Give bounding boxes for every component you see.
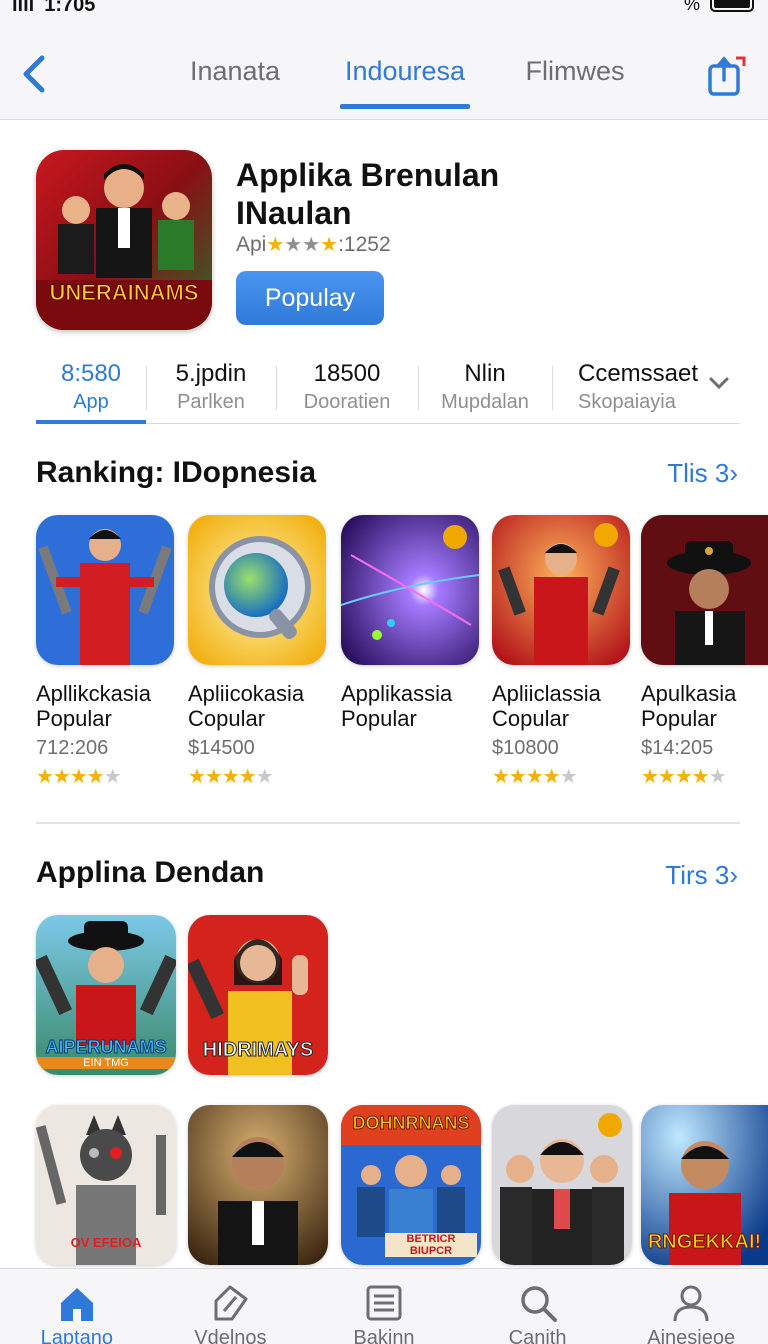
- status-bar: ıııı 1:705 %: [0, 0, 768, 16]
- app-name: Apliiclassia Copular: [492, 681, 601, 731]
- app-title: Applika Brenulan INaulan: [236, 157, 500, 231]
- tabbar-item-canith[interactable]: Canith: [461, 1269, 615, 1344]
- stat-value: 8:580: [60, 360, 122, 387]
- tabbar-item-vdelnos[interactable]: Vdelnos: [154, 1269, 308, 1344]
- chevron-right-icon: ›: [729, 860, 738, 890]
- app-icon[interactable]: DOHNRNANS BETRICR BIUPCR: [341, 1105, 481, 1265]
- app-icon-text: HIDRIMAYS: [202, 1039, 314, 1062]
- tab-flimwes[interactable]: Flimwes: [490, 56, 660, 109]
- stat-mupdalan[interactable]: Nlin Mupdalan: [418, 360, 552, 423]
- tabbar-label: Vdelnos: [194, 1327, 267, 1344]
- stat-label: Dooratien: [303, 391, 391, 413]
- app-icon[interactable]: AIPERUNAMS EIN TMG: [36, 915, 176, 1075]
- app-rating: Api ★★★★ :1252: [236, 232, 391, 257]
- tabbar-item-bakinn[interactable]: Bakinn: [307, 1269, 461, 1344]
- app-icon[interactable]: [492, 1105, 632, 1265]
- stats-row: 8:580 App 5.jpdin Parlken 18500 Dooratie…: [36, 360, 740, 424]
- app-name: Applikassia Popular: [341, 681, 453, 731]
- chevron-right-icon: ›: [729, 458, 738, 488]
- signal-icon: ıııı: [12, 0, 35, 16]
- app-icon: [341, 515, 479, 665]
- app-icon-text: RNGEKKAI!: [647, 1231, 762, 1254]
- stat-parlken[interactable]: 5.jpdin Parlken: [146, 360, 276, 423]
- app-icon[interactable]: UNERAINAMS: [36, 150, 212, 330]
- app-icon: [492, 515, 630, 665]
- app-icon-subtext: EIN TMG: [36, 1057, 176, 1069]
- home-icon: [60, 1288, 93, 1321]
- app-icon[interactable]: HIDRIMAYS: [188, 915, 328, 1075]
- stat-value: 18500: [313, 360, 381, 387]
- app-icon[interactable]: RNGEKKAI!: [641, 1105, 768, 1265]
- see-all-label: Tlis 3: [667, 458, 730, 488]
- back-chevron-icon[interactable]: [18, 52, 52, 96]
- tab-inanata[interactable]: Inanata: [150, 56, 320, 109]
- tabbar-label: Canith: [508, 1327, 567, 1344]
- ranking-see-all-link[interactable]: Tlis 3›: [667, 458, 738, 489]
- tabbar-label: Laptano: [40, 1327, 113, 1344]
- rating-stars: ★★★★★: [36, 766, 122, 788]
- tabbar-label: Bakinn: [353, 1327, 415, 1344]
- ranking-card[interactable]: Apllikckasia Popular 712:206 ★★★★★: [36, 515, 174, 789]
- stat-app[interactable]: 8:580 App: [36, 360, 146, 424]
- stat-dooratien[interactable]: 18500 Dooratien: [276, 360, 418, 423]
- app-icon-text: AIPERUNAMS: [45, 1037, 167, 1058]
- search-icon: [520, 1286, 557, 1322]
- battery-percent: %: [683, 0, 700, 14]
- tabbar-item-ainesieoe[interactable]: Ainesieoe: [614, 1269, 768, 1344]
- app-icon: [36, 515, 174, 665]
- list-icon: [366, 1285, 402, 1321]
- top-navigation: Inanata Indouresa Flimwes: [0, 16, 768, 120]
- person-icon: [673, 1285, 709, 1322]
- app-icon-text: DOHNRNANS: [352, 1113, 470, 1134]
- rating-stars: ★★★★★: [492, 766, 578, 788]
- section-divider: [36, 822, 740, 824]
- app-price: 712:206: [36, 737, 109, 759]
- app-name: Apulkasia Popular: [641, 681, 737, 731]
- stat-value: 5.jpdin: [175, 360, 247, 387]
- ranking-card[interactable]: Apliiclassia Copular $10800 ★★★★★: [492, 515, 630, 789]
- app-price: $14:205: [641, 737, 714, 759]
- ranking-card[interactable]: Apliicokasia Copular $14500 ★★★★★: [188, 515, 326, 789]
- stat-label: App: [73, 391, 109, 413]
- app-icon-text: OV EFEIOA: [70, 1235, 142, 1250]
- app-name: Apliicokasia Copular: [188, 681, 305, 731]
- rating-count: :1252: [338, 232, 391, 256]
- rating-stars: ★★★★: [266, 234, 339, 256]
- section-see-all-link[interactable]: Tirs 3›: [665, 860, 738, 891]
- status-time: 1:705: [44, 0, 96, 16]
- app-icon[interactable]: [188, 1105, 328, 1265]
- tabbar-label: Ainesieoe: [647, 1327, 736, 1344]
- tag-icon: [214, 1285, 248, 1321]
- ranking-card[interactable]: Apulkasia Popular $14:205 ★★★★★: [641, 515, 768, 789]
- section-title: Applina Dendan: [36, 856, 265, 889]
- app-icon: [188, 515, 326, 665]
- ranking-title: Ranking: IDopnesia: [36, 456, 317, 489]
- rating-stars: ★★★★★: [641, 766, 727, 788]
- tabbar-item-laptano[interactable]: Laptano: [0, 1269, 154, 1344]
- app-icon[interactable]: OV EFEIOA: [36, 1105, 176, 1265]
- see-all-label: Tirs 3: [665, 860, 730, 890]
- bottom-tab-bar: Laptano Vdelnos Bakinn Canith Ainesieoe: [0, 1268, 768, 1344]
- stat-label: Parlken: [177, 391, 245, 413]
- rating-prefix: Api: [236, 232, 267, 256]
- app-name: Apllikckasia Popular: [36, 681, 151, 731]
- tab-indouresa[interactable]: Indouresa: [320, 56, 490, 109]
- battery-icon: [710, 0, 754, 12]
- stat-value: Nlin: [464, 360, 506, 387]
- stat-label: Skopaiayia: [578, 391, 676, 413]
- stat-ccemssaet[interactable]: Ccemssaet Skopaiayia: [552, 360, 740, 423]
- app-icon-text: UNERAINAMS: [49, 280, 199, 306]
- stat-label: Mupdalan: [441, 391, 529, 413]
- app-icon-subtext: BETRICR BIUPCR: [385, 1233, 477, 1257]
- app-price: $14500: [188, 737, 255, 759]
- rating-stars: ★★★★★: [188, 766, 274, 788]
- populay-button[interactable]: Populay: [236, 271, 384, 325]
- chevron-down-icon[interactable]: [708, 376, 730, 390]
- ranking-card[interactable]: Applikassia Popular: [341, 515, 479, 737]
- share-icon[interactable]: [706, 54, 746, 98]
- app-icon: [641, 515, 768, 665]
- app-price: $10800: [492, 737, 559, 759]
